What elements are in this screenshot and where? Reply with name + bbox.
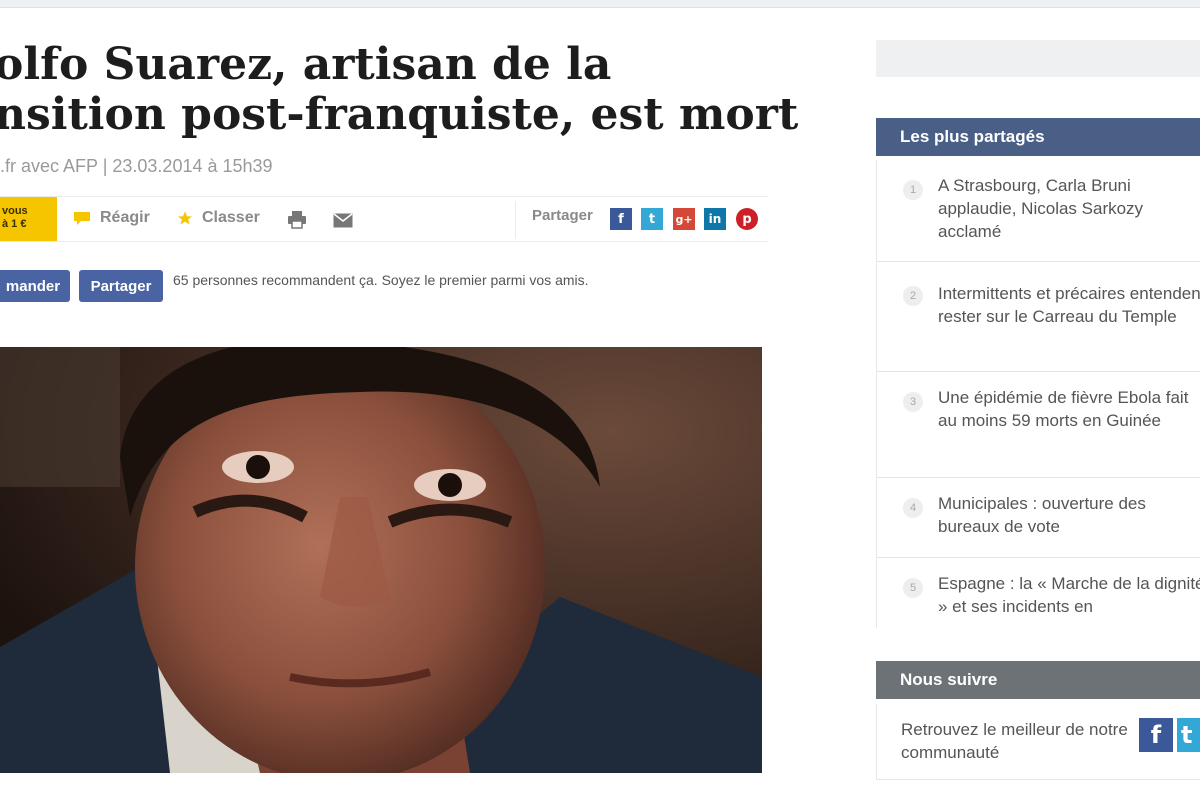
list-item-title: Intermittents et précaires entendent res… — [938, 284, 1200, 326]
twitter-icon[interactable]: t — [1177, 718, 1200, 752]
list-item-number: 2 — [903, 286, 923, 306]
facebook-icon[interactable]: f — [610, 208, 632, 230]
mail-icon[interactable] — [333, 213, 353, 228]
article-title-line-2: nsition post-franquiste, est mort — [0, 89, 799, 140]
article-photo — [0, 347, 762, 773]
google-plus-icon[interactable]: g+ — [673, 208, 695, 230]
subscribe-promo[interactable]: vous à 1 € — [0, 197, 57, 241]
article-title-line-1: olfo Suarez, artisan de la — [0, 39, 612, 90]
follow-text: Retrouvez le meilleur de notre communaut… — [901, 720, 1128, 762]
react-button[interactable]: Réagir — [72, 209, 150, 227]
list-item-title: Municipales : ouverture des bureaux de v… — [938, 494, 1146, 536]
list-item-number: 3 — [903, 392, 923, 412]
article-title: olfo Suarez, artisan de la nsition post-… — [0, 39, 799, 140]
list-item-title: Une épidémie de fièvre Ebola fait au moi… — [938, 388, 1189, 430]
list-item-number: 5 — [903, 578, 923, 598]
save-label: Classer — [202, 209, 260, 226]
top-rule — [0, 0, 1200, 8]
list-item-title: Espagne : la « Marche de la dignité » et… — [938, 574, 1200, 616]
print-icon[interactable] — [287, 210, 307, 229]
list-item[interactable]: 2 Intermittents et précaires entendent r… — [877, 262, 1200, 372]
share-label: Partager — [532, 207, 593, 224]
list-item[interactable]: 4 Municipales : ouverture des bureaux de… — [877, 478, 1200, 558]
list-item-title: A Strasbourg, Carla Bruni applaudie, Nic… — [938, 176, 1144, 241]
article-byline: .fr avec AFP | 23.03.2014 à 15h39 — [0, 156, 273, 176]
article-toolbar: vous à 1 € Réagir Classer Partager f t g… — [0, 196, 768, 242]
facebook-icon[interactable]: f — [1139, 718, 1173, 752]
linkedin-icon[interactable]: in — [704, 208, 726, 230]
most-shared-list: 1 A Strasbourg, Carla Bruni applaudie, N… — [876, 160, 1200, 628]
recommend-button[interactable]: mander — [0, 270, 70, 302]
react-label: Réagir — [100, 209, 150, 226]
promo-line-1: vous — [2, 205, 28, 217]
follow-header: Nous suivre — [876, 661, 1200, 699]
save-button[interactable]: Classer — [176, 209, 260, 227]
twitter-icon[interactable]: t — [641, 208, 663, 230]
most-shared-header: Les plus partagés — [876, 118, 1200, 156]
follow-panel: Retrouvez le meilleur de notre communaut… — [876, 704, 1200, 780]
list-item-number: 1 — [903, 180, 923, 200]
share-divider — [515, 201, 516, 239]
pinterest-icon[interactable]: p — [736, 208, 758, 230]
recommend-count-text: 65 personnes recommandent ça. Soyez le p… — [173, 272, 589, 288]
star-icon — [177, 210, 193, 225]
fb-share-button[interactable]: Partager — [79, 270, 163, 302]
list-item[interactable]: 3 Une épidémie de fièvre Ebola fait au m… — [877, 372, 1200, 478]
comment-icon — [74, 212, 90, 225]
ad-placeholder — [876, 40, 1200, 77]
list-item[interactable]: 1 A Strasbourg, Carla Bruni applaudie, N… — [877, 160, 1200, 262]
list-item[interactable]: 5 Espagne : la « Marche de la dignité » … — [877, 558, 1200, 628]
promo-line-2: à 1 € — [2, 218, 27, 230]
list-item-number: 4 — [903, 498, 923, 518]
